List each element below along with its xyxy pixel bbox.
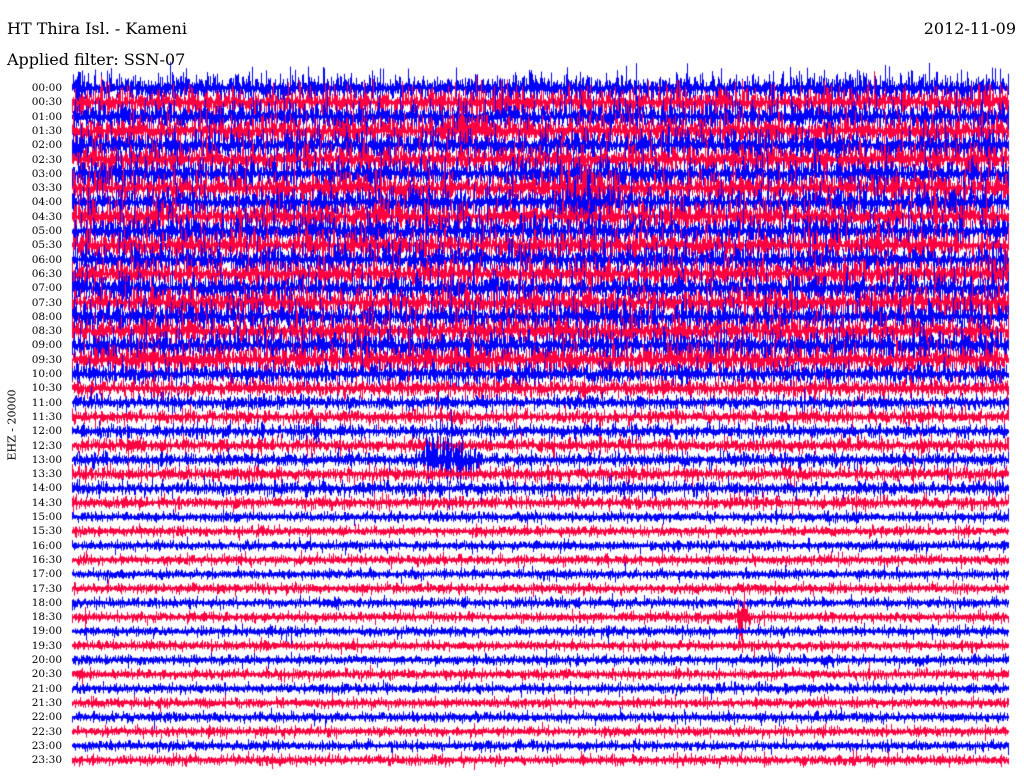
row-label-1900: 19:00 bbox=[31, 625, 62, 638]
row-label-2300: 23:00 bbox=[31, 739, 62, 752]
row-label-1730: 17:30 bbox=[31, 582, 62, 595]
row-label-1000: 10:00 bbox=[31, 368, 62, 380]
row-label-1300: 13:00 bbox=[31, 453, 62, 466]
row-label-0500: 05:00 bbox=[31, 225, 62, 237]
row-label-0630: 06:30 bbox=[31, 267, 62, 280]
row-label-1800: 18:00 bbox=[31, 596, 62, 609]
row-label-2000: 20:00 bbox=[31, 654, 62, 666]
row-label-1930: 19:30 bbox=[31, 639, 62, 652]
row-label-0930: 09:30 bbox=[31, 353, 62, 366]
row-label-0600: 06:00 bbox=[31, 253, 62, 266]
row-label-1030: 10:30 bbox=[31, 382, 62, 395]
row-label-1130: 11:30 bbox=[31, 410, 62, 423]
row-label-2230: 22:30 bbox=[31, 725, 62, 738]
row-label-0330: 03:30 bbox=[31, 182, 62, 195]
row-label-1200: 12:00 bbox=[31, 425, 62, 438]
row-label-0400: 04:00 bbox=[31, 196, 62, 209]
row-label-1430: 14:30 bbox=[31, 496, 62, 509]
row-label-0800: 08:00 bbox=[31, 310, 62, 323]
row-label-0830: 08:30 bbox=[31, 325, 62, 338]
row-label-1230: 12:30 bbox=[31, 439, 62, 452]
row-label-0900: 09:00 bbox=[31, 339, 62, 352]
row-label-0530: 05:30 bbox=[31, 239, 62, 252]
row-label-0300: 03:00 bbox=[31, 167, 62, 180]
row-label-0430: 04:30 bbox=[31, 210, 62, 223]
row-label-2130: 21:30 bbox=[31, 696, 62, 709]
row-label-1630: 16:30 bbox=[31, 553, 62, 566]
row-label-2100: 21:00 bbox=[31, 682, 62, 695]
row-label-0130: 01:30 bbox=[31, 124, 62, 137]
row-label-0730: 07:30 bbox=[31, 296, 62, 309]
row-label-0230: 02:30 bbox=[31, 153, 62, 166]
row-label-2200: 22:00 bbox=[31, 711, 62, 724]
time-axis: 00:00 00:30 01:00 01:30 02:00 02:30 03:00 03:30… bbox=[0, 0, 66, 780]
row-label-0100: 01:00 bbox=[31, 110, 62, 123]
row-label-0030: 00:30 bbox=[31, 96, 62, 109]
row-label-1330: 13:30 bbox=[31, 468, 62, 481]
row-label-1400: 14:00 bbox=[31, 482, 62, 495]
row-label-2030: 20:30 bbox=[31, 668, 62, 681]
row-label-1700: 17:00 bbox=[31, 568, 62, 581]
row-label-0000: 00:00 bbox=[31, 82, 62, 94]
row-label-2330: 23:30 bbox=[31, 754, 62, 767]
row-label-1830: 18:30 bbox=[31, 611, 62, 624]
row-label-1600: 16:00 bbox=[31, 539, 62, 552]
row-label-1530: 15:30 bbox=[31, 525, 62, 538]
row-label-1500: 15:00 bbox=[31, 511, 62, 523]
seismogram-traces bbox=[70, 0, 1018, 780]
row-label-0200: 02:00 bbox=[31, 139, 62, 152]
row-label-0700: 07:00 bbox=[31, 282, 62, 295]
row-label-1100: 11:00 bbox=[31, 396, 62, 409]
